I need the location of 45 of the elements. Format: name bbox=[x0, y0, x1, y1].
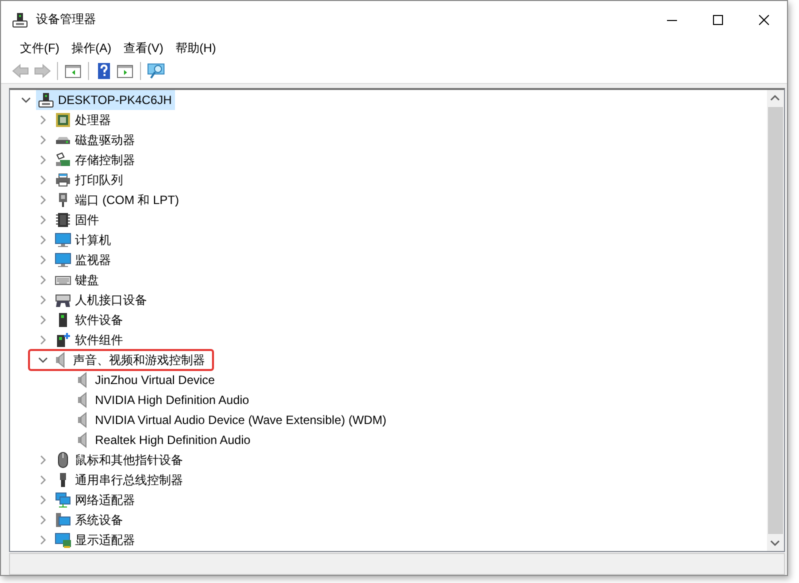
tree-item[interactable]: 通用串行总线控制器 bbox=[53, 470, 186, 490]
menu-item[interactable]: 查看(V) bbox=[117, 40, 170, 56]
mouse-icon bbox=[55, 452, 71, 468]
tree-item[interactable]: 监视器 bbox=[53, 250, 114, 270]
tree-item[interactable]: 固件 bbox=[53, 210, 102, 230]
tree-item[interactable]: Realtek High Definition Audio bbox=[73, 430, 254, 450]
menu-item[interactable]: 帮助(H) bbox=[169, 40, 222, 56]
storage-icon bbox=[55, 152, 71, 168]
chip-icon bbox=[55, 212, 71, 228]
network-icon bbox=[55, 492, 71, 508]
tree-item[interactable]: 软件组件 bbox=[53, 330, 126, 350]
monitor-icon bbox=[55, 232, 71, 248]
monitor-magnifier-icon[interactable] bbox=[147, 62, 165, 80]
display-icon bbox=[55, 532, 71, 548]
computer-icon bbox=[12, 12, 28, 28]
monitor-icon bbox=[55, 252, 71, 268]
tree-item[interactable]: 网络适配器 bbox=[53, 490, 138, 510]
help-icon[interactable] bbox=[95, 62, 113, 80]
tree-item[interactable]: 磁盘驱动器 bbox=[53, 130, 138, 150]
window-title: 设备管理器 bbox=[36, 11, 97, 28]
menu-item[interactable]: 操作(A) bbox=[65, 40, 118, 56]
tree-item[interactable]: 键盘 bbox=[53, 270, 102, 290]
tree-item[interactable]: 软件设备 bbox=[53, 310, 126, 330]
menu-item[interactable]: 文件(F) bbox=[14, 40, 66, 56]
tree-item[interactable]: 显示适配器 bbox=[53, 530, 138, 550]
tree-item[interactable]: 端口 (COM 和 LPT) bbox=[53, 190, 182, 210]
computer-icon bbox=[38, 92, 54, 108]
tree-item[interactable]: 声音、视频和游戏控制器 bbox=[29, 350, 213, 370]
tree-item[interactable]: 打印队列 bbox=[53, 170, 126, 190]
tree-item[interactable]: DESKTOP-PK4C6JH bbox=[36, 90, 175, 110]
tree-item[interactable]: 系统设备 bbox=[53, 510, 126, 530]
tree-item[interactable]: 计算机 bbox=[53, 230, 114, 250]
component-icon bbox=[55, 332, 71, 348]
chip-icon bbox=[55, 112, 71, 128]
system-icon bbox=[55, 512, 71, 528]
tree-item[interactable]: 处理器 bbox=[53, 110, 114, 130]
tree-item[interactable]: NVIDIA High Definition Audio bbox=[73, 390, 252, 410]
tree-item[interactable]: 鼠标和其他指针设备 bbox=[53, 450, 186, 470]
tree-item[interactable]: NVIDIA Virtual Audio Device (Wave Extensible) (WDM) bbox=[73, 410, 390, 430]
tree-item[interactable]: JinZhou Virtual Device bbox=[73, 370, 218, 390]
scrollbar[interactable] bbox=[767, 90, 784, 551]
gamepad-icon bbox=[55, 292, 71, 308]
tree-item[interactable]: 人机接口设备 bbox=[53, 290, 150, 310]
tree-item[interactable]: 存储控制器 bbox=[53, 150, 138, 170]
printer-icon bbox=[55, 172, 71, 188]
